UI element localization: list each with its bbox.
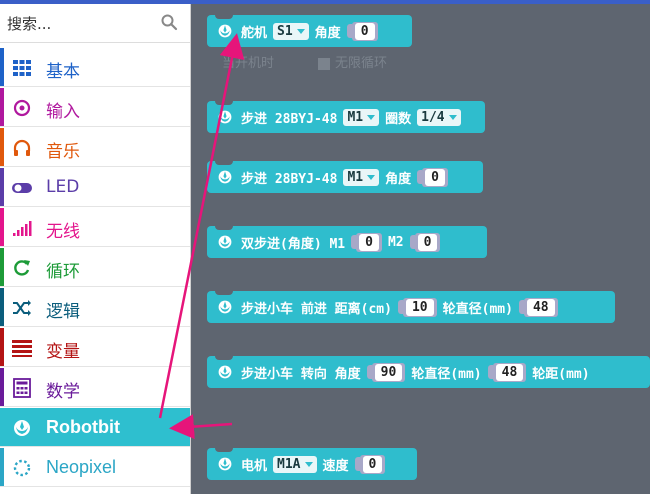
annotation-arrows	[158, 33, 245, 440]
arrow-to-servo-block	[158, 33, 245, 419]
arrow-to-robotbit-category	[169, 414, 233, 440]
